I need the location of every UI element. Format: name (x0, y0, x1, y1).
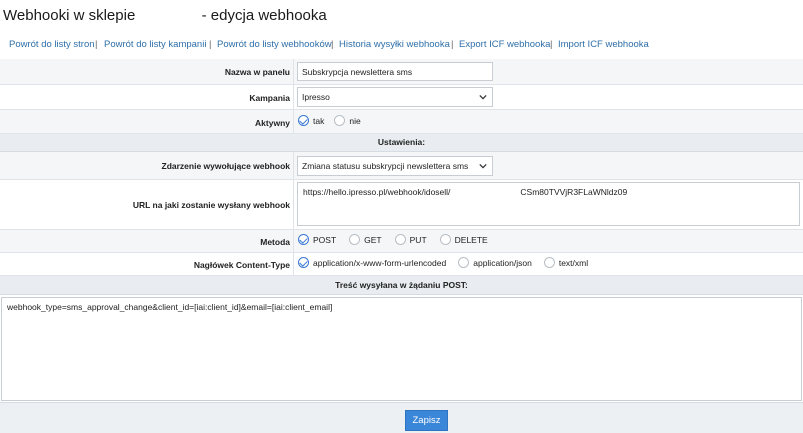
active-no-radio[interactable]: nie (334, 115, 361, 126)
content-type-label: Nagłówek Content-Type (193, 260, 290, 270)
method-label: Metoda (260, 237, 290, 247)
campaign-select-value: Ipresso (302, 92, 330, 102)
content-type-label-cell: Nagłówek Content-Type (0, 253, 294, 275)
chevron-down-icon (479, 94, 487, 100)
method-get-label: GET (364, 234, 382, 245)
content-type-xml-radio[interactable]: text/xml (543, 257, 589, 268)
name-label: Nazwa w panelu (224, 67, 290, 77)
event-label: Zdarzenie wywołujące webhook (161, 161, 290, 171)
content-type-urlencoded-label: application/x-www-form-urlencoded (313, 257, 447, 268)
save-button[interactable]: Zapisz (405, 410, 448, 431)
content-type-json-radio[interactable]: application/json (458, 257, 532, 268)
event-select[interactable]: Zmiana statusu subskrypcji newslettera s… (297, 156, 493, 176)
radio-empty-icon (334, 115, 346, 126)
radio-empty-icon (349, 234, 361, 245)
url-value-start: https://hello.ipresso.pl/webhook/idosell… (303, 187, 451, 197)
method-radio-group: POST GET PUT DELETE (298, 234, 498, 245)
back-to-campaigns-link[interactable]: Powrót do listy kampanii (104, 39, 206, 50)
content-type-xml-label: text/xml (558, 257, 589, 268)
post-body-heading: Treść wysyłana w żądaniu POST: (0, 276, 803, 295)
method-post-radio[interactable]: POST (298, 234, 336, 245)
radio-empty-icon (439, 234, 451, 245)
back-to-webhooks-link[interactable]: Powrót do listy webhooków (217, 39, 332, 50)
method-get-radio[interactable]: GET (349, 234, 382, 245)
campaign-label-cell: Kampania (0, 85, 294, 109)
event-select-value: Zmiana statusu subskrypcji newslettera s… (302, 161, 469, 171)
chevron-down-icon (479, 163, 487, 169)
campaign-label: Kampania (249, 93, 290, 103)
page-title: Webhooki w sklepie - edycja webhooka (3, 7, 327, 24)
export-icf-link[interactable]: Export ICF webhooka (459, 39, 550, 50)
method-delete-label: DELETE (454, 234, 488, 245)
nav-separator: | (209, 39, 212, 50)
title-bar: Webhooki w sklepie - edycja webhooka (0, 0, 803, 33)
nav-separator: | (331, 39, 334, 50)
event-label-cell: Zdarzenie wywołujące webhook (0, 152, 294, 179)
content-type-json-label: application/json (473, 257, 532, 268)
radio-empty-icon (394, 234, 406, 245)
nav-separator: | (550, 39, 553, 50)
method-put-radio[interactable]: PUT (394, 234, 427, 245)
check-icon (298, 115, 309, 126)
nav-links: Powrót do listy stron | Powrót do listy … (0, 33, 803, 56)
method-delete-radio[interactable]: DELETE (439, 234, 488, 245)
active-yes-label: tak (313, 115, 325, 126)
event-row: Zdarzenie wywołujące webhook Zmiana stat… (0, 152, 803, 180)
post-body-textarea[interactable]: webhook_type=sms_approval_change&client_… (1, 297, 802, 401)
active-no-label: nie (349, 115, 361, 126)
page-title-prefix: Webhooki w sklepie (3, 7, 136, 24)
nav-separator: | (451, 39, 454, 50)
radio-empty-icon (543, 257, 555, 268)
nav-separator: | (95, 39, 98, 50)
import-icf-link[interactable]: Import ICF webhooka (558, 39, 649, 50)
name-input[interactable]: Subskrypcja newslettera sms (297, 62, 493, 81)
method-put-label: PUT (409, 234, 427, 245)
method-label-cell: Metoda (0, 230, 294, 252)
content-type-urlencoded-radio[interactable]: application/x-www-form-urlencoded (298, 257, 446, 268)
campaign-row: Kampania Ipresso (0, 85, 803, 110)
check-icon (298, 234, 309, 245)
form-footer: Zapisz (0, 402, 803, 433)
url-textarea[interactable]: https://hello.ipresso.pl/webhook/idosell… (297, 182, 800, 226)
settings-heading: Ustawienia: (0, 134, 803, 152)
name-label-cell: Nazwa w panelu (0, 59, 294, 84)
content-type-row: Nagłówek Content-Type application/x-www-… (0, 253, 803, 276)
method-post-label: POST (313, 234, 337, 245)
radio-empty-icon (458, 257, 470, 268)
page-title-suffix: - edycja webhooka (201, 7, 327, 24)
check-icon (298, 257, 309, 268)
url-label: URL na jaki zostanie wysłany webhook (132, 200, 290, 210)
active-row: Aktywny tak nie (0, 110, 803, 134)
active-yes-radio[interactable]: tak (298, 115, 324, 126)
webhook-history-link[interactable]: Historia wysyłki webhooka (339, 39, 450, 50)
campaign-select[interactable]: Ipresso (297, 87, 493, 107)
method-row: Metoda POST GET PUT DELETE (0, 230, 803, 253)
url-row: URL na jaki zostanie wysłany webhook htt… (0, 180, 803, 230)
active-radio-group: tak nie (298, 115, 371, 126)
content-type-radio-group: application/x-www-form-urlencoded applic… (298, 257, 598, 268)
url-label-cell: URL na jaki zostanie wysłany webhook (0, 180, 294, 229)
name-row: Nazwa w panelu Subskrypcja newslettera s… (0, 59, 803, 85)
active-label-cell: Aktywny (0, 110, 294, 133)
url-value-end: CSm80TVVjR3FLaWNldz09 (520, 187, 628, 197)
active-label: Aktywny (255, 118, 290, 128)
back-to-pages-link[interactable]: Powrót do listy stron (9, 39, 95, 50)
